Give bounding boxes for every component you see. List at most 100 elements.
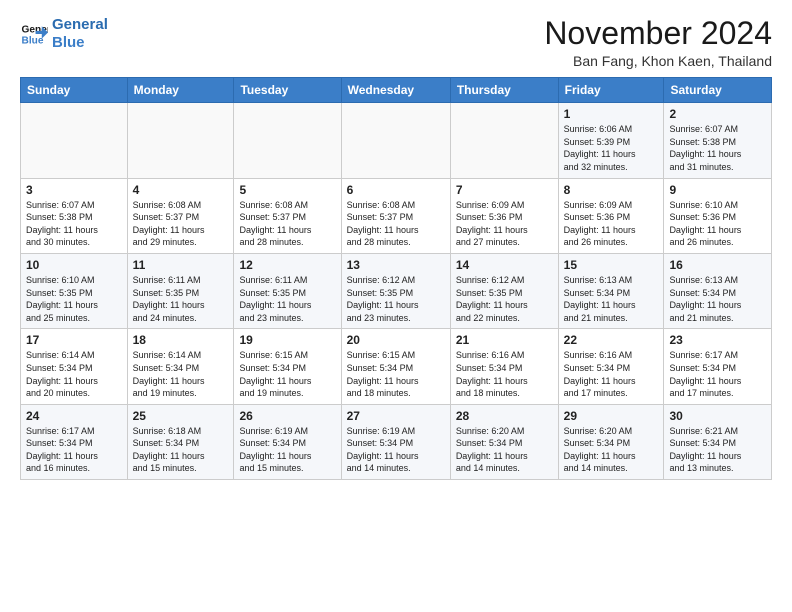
cell-info: Sunrise: 6:19 AM Sunset: 5:34 PM Dayligh… <box>239 425 335 475</box>
svg-text:Blue: Blue <box>22 35 44 46</box>
day-number: 11 <box>133 258 229 272</box>
cell-info: Sunrise: 6:12 AM Sunset: 5:35 PM Dayligh… <box>456 274 553 324</box>
day-number: 25 <box>133 409 229 423</box>
cell-info: Sunrise: 6:18 AM Sunset: 5:34 PM Dayligh… <box>133 425 229 475</box>
title-block: November 2024 Ban Fang, Khon Kaen, Thail… <box>544 16 772 69</box>
cell-info: Sunrise: 6:14 AM Sunset: 5:34 PM Dayligh… <box>26 349 122 399</box>
cell-info: Sunrise: 6:16 AM Sunset: 5:34 PM Dayligh… <box>564 349 659 399</box>
cell-info: Sunrise: 6:07 AM Sunset: 5:38 PM Dayligh… <box>26 199 122 249</box>
day-number: 1 <box>564 107 659 121</box>
calendar-week-5: 24Sunrise: 6:17 AM Sunset: 5:34 PM Dayli… <box>21 404 772 479</box>
cell-info: Sunrise: 6:15 AM Sunset: 5:34 PM Dayligh… <box>347 349 445 399</box>
calendar-cell: 30Sunrise: 6:21 AM Sunset: 5:34 PM Dayli… <box>664 404 772 479</box>
calendar-cell <box>21 103 128 178</box>
calendar-cell: 4 Sunrise: 6:08 AM Sunset: 5:37 PM Daylig… <box>127 178 234 253</box>
calendar-cell <box>234 103 341 178</box>
calendar-cell: 8 Sunrise: 6:09 AM Sunset: 5:36 PM Daylig… <box>558 178 664 253</box>
logo-text: General Blue <box>52 16 108 52</box>
day-number: 27 <box>347 409 445 423</box>
cell-info: Sunrise: 6:13 AM Sunset: 5:34 PM Dayligh… <box>669 274 766 324</box>
cell-info: Sunrise: 6:09 AM Sunset: 5:36 PM Dayligh… <box>564 199 659 249</box>
logo: General Blue General Blue <box>20 16 108 52</box>
day-number: 26 <box>239 409 335 423</box>
cell-info: Sunrise: 6:20 AM Sunset: 5:34 PM Dayligh… <box>456 425 553 475</box>
cell-info: Sunrise: 6:08 AM Sunset: 5:37 PM Dayligh… <box>347 199 445 249</box>
col-header-monday: Monday <box>127 78 234 103</box>
calendar-header-row: SundayMondayTuesdayWednesdayThursdayFrid… <box>21 78 772 103</box>
day-number: 29 <box>564 409 659 423</box>
day-number: 20 <box>347 333 445 347</box>
day-number: 2 <box>669 107 766 121</box>
calendar-cell: 10Sunrise: 6:10 AM Sunset: 5:35 PM Dayli… <box>21 253 128 328</box>
day-number: 17 <box>26 333 122 347</box>
cell-info: Sunrise: 6:10 AM Sunset: 5:35 PM Dayligh… <box>26 274 122 324</box>
day-number: 23 <box>669 333 766 347</box>
day-number: 7 <box>456 183 553 197</box>
day-number: 15 <box>564 258 659 272</box>
col-header-saturday: Saturday <box>664 78 772 103</box>
calendar-cell: 18Sunrise: 6:14 AM Sunset: 5:34 PM Dayli… <box>127 329 234 404</box>
calendar-cell: 29 Sunrise: 6:20 AM Sunset: 5:34 PM Dayli… <box>558 404 664 479</box>
col-header-tuesday: Tuesday <box>234 78 341 103</box>
cell-info: Sunrise: 6:13 AM Sunset: 5:34 PM Dayligh… <box>564 274 659 324</box>
calendar-cell: 3 Sunrise: 6:07 AM Sunset: 5:38 PM Daylig… <box>21 178 128 253</box>
location: Ban Fang, Khon Kaen, Thailand <box>544 53 772 69</box>
day-number: 22 <box>564 333 659 347</box>
cell-info: Sunrise: 6:06 AM Sunset: 5:39 PM Dayligh… <box>564 123 659 173</box>
day-number: 3 <box>26 183 122 197</box>
cell-info: Sunrise: 6:11 AM Sunset: 5:35 PM Dayligh… <box>239 274 335 324</box>
calendar-week-4: 17 Sunrise: 6:14 AM Sunset: 5:34 PM Dayli… <box>21 329 772 404</box>
calendar-cell: 16 Sunrise: 6:13 AM Sunset: 5:34 PM Dayli… <box>664 253 772 328</box>
calendar-cell: 26 Sunrise: 6:19 AM Sunset: 5:34 PM Dayli… <box>234 404 341 479</box>
day-number: 28 <box>456 409 553 423</box>
cell-info: Sunrise: 6:08 AM Sunset: 5:37 PM Dayligh… <box>239 199 335 249</box>
calendar-cell: 5 Sunrise: 6:08 AM Sunset: 5:37 PM Daylig… <box>234 178 341 253</box>
cell-info: Sunrise: 6:08 AM Sunset: 5:37 PM Dayligh… <box>133 199 229 249</box>
cell-info: Sunrise: 6:17 AM Sunset: 5:34 PM Dayligh… <box>26 425 122 475</box>
calendar-cell: 19 Sunrise: 6:15 AM Sunset: 5:34 PM Dayli… <box>234 329 341 404</box>
col-header-sunday: Sunday <box>21 78 128 103</box>
calendar-cell: 22 Sunrise: 6:16 AM Sunset: 5:34 PM Dayli… <box>558 329 664 404</box>
calendar-week-3: 10Sunrise: 6:10 AM Sunset: 5:35 PM Dayli… <box>21 253 772 328</box>
header: General Blue General Blue November 2024 … <box>20 16 772 69</box>
cell-info: Sunrise: 6:20 AM Sunset: 5:34 PM Dayligh… <box>564 425 659 475</box>
col-header-friday: Friday <box>558 78 664 103</box>
day-number: 16 <box>669 258 766 272</box>
calendar-cell: 21Sunrise: 6:16 AM Sunset: 5:34 PM Dayli… <box>450 329 558 404</box>
calendar-cell: 17 Sunrise: 6:14 AM Sunset: 5:34 PM Dayli… <box>21 329 128 404</box>
calendar: SundayMondayTuesdayWednesdayThursdayFrid… <box>20 77 772 480</box>
col-header-thursday: Thursday <box>450 78 558 103</box>
calendar-cell: 2Sunrise: 6:07 AM Sunset: 5:38 PM Daylig… <box>664 103 772 178</box>
day-number: 8 <box>564 183 659 197</box>
cell-info: Sunrise: 6:14 AM Sunset: 5:34 PM Dayligh… <box>133 349 229 399</box>
month-title: November 2024 <box>544 16 772 51</box>
calendar-cell: 25 Sunrise: 6:18 AM Sunset: 5:34 PM Dayli… <box>127 404 234 479</box>
calendar-cell: 14 Sunrise: 6:12 AM Sunset: 5:35 PM Dayli… <box>450 253 558 328</box>
calendar-cell: 24Sunrise: 6:17 AM Sunset: 5:34 PM Dayli… <box>21 404 128 479</box>
logo-icon: General Blue <box>20 20 48 48</box>
day-number: 14 <box>456 258 553 272</box>
cell-info: Sunrise: 6:10 AM Sunset: 5:36 PM Dayligh… <box>669 199 766 249</box>
cell-info: Sunrise: 6:09 AM Sunset: 5:36 PM Dayligh… <box>456 199 553 249</box>
calendar-cell: 23 Sunrise: 6:17 AM Sunset: 5:34 PM Dayli… <box>664 329 772 404</box>
calendar-cell: 9Sunrise: 6:10 AM Sunset: 5:36 PM Daylig… <box>664 178 772 253</box>
calendar-cell: 6Sunrise: 6:08 AM Sunset: 5:37 PM Daylig… <box>341 178 450 253</box>
day-number: 12 <box>239 258 335 272</box>
day-number: 30 <box>669 409 766 423</box>
day-number: 19 <box>239 333 335 347</box>
calendar-cell: 12 Sunrise: 6:11 AM Sunset: 5:35 PM Dayli… <box>234 253 341 328</box>
calendar-cell: 15 Sunrise: 6:13 AM Sunset: 5:34 PM Dayli… <box>558 253 664 328</box>
cell-info: Sunrise: 6:16 AM Sunset: 5:34 PM Dayligh… <box>456 349 553 399</box>
cell-info: Sunrise: 6:17 AM Sunset: 5:34 PM Dayligh… <box>669 349 766 399</box>
calendar-cell: 7 Sunrise: 6:09 AM Sunset: 5:36 PM Daylig… <box>450 178 558 253</box>
page: General Blue General Blue November 2024 … <box>0 0 792 612</box>
cell-info: Sunrise: 6:15 AM Sunset: 5:34 PM Dayligh… <box>239 349 335 399</box>
calendar-cell <box>450 103 558 178</box>
calendar-cell: 13Sunrise: 6:12 AM Sunset: 5:35 PM Dayli… <box>341 253 450 328</box>
col-header-wednesday: Wednesday <box>341 78 450 103</box>
calendar-cell: 27Sunrise: 6:19 AM Sunset: 5:34 PM Dayli… <box>341 404 450 479</box>
day-number: 4 <box>133 183 229 197</box>
calendar-cell: 11Sunrise: 6:11 AM Sunset: 5:35 PM Dayli… <box>127 253 234 328</box>
day-number: 5 <box>239 183 335 197</box>
calendar-week-1: 1 Sunrise: 6:06 AM Sunset: 5:39 PM Daylig… <box>21 103 772 178</box>
